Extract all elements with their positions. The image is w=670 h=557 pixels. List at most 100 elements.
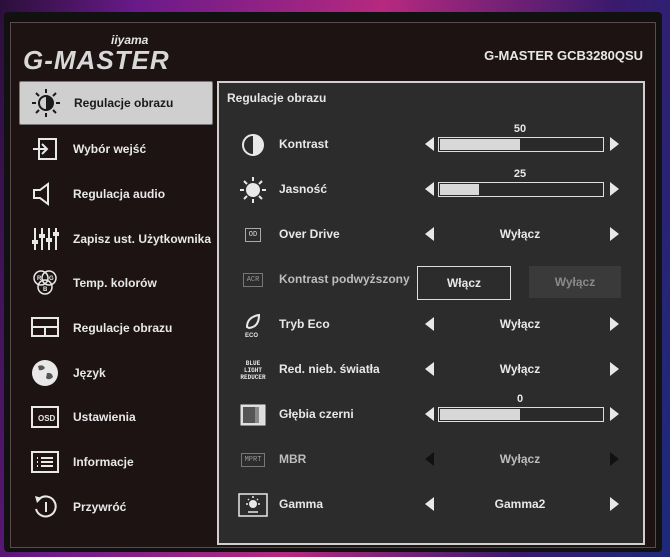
decrease-arrow-icon[interactable] <box>425 137 434 151</box>
speaker-icon <box>25 178 65 210</box>
svg-text:B: B <box>43 287 48 293</box>
row-gamma[interactable]: Gamma Gamma2 <box>219 487 643 527</box>
slider-fill <box>440 139 520 150</box>
row-label: Red. nieb. światła <box>279 362 380 376</box>
row-blue-light[interactable]: BLUE LIGHT REDUCER Red. nieb. światła Wy… <box>219 352 643 392</box>
sidebar-item-label: Język <box>73 365 106 380</box>
sidebar-item-label: Informacje <box>73 455 134 470</box>
mprt-icon: MPRT <box>237 446 269 474</box>
sidebar-item-picture-adjust-2[interactable]: Regulacje obrazu <box>19 306 213 351</box>
sidebar-item-label: Regulacja audio <box>73 187 166 202</box>
increase-arrow-icon[interactable] <box>610 407 619 421</box>
sidebar-item-label: Wybór wejść <box>73 142 147 157</box>
reset-icon <box>25 491 65 523</box>
black-level-slider[interactable] <box>438 407 604 422</box>
rgb-icon: R GB <box>25 267 65 299</box>
product-logo: G-MASTER <box>23 45 170 75</box>
sidebar-item-settings[interactable]: OSD Ustawienia <box>19 395 213 440</box>
option-value: Wyłącz <box>499 452 541 466</box>
row-acr[interactable]: ACR Kontrast podwyższony Włącz Wyłącz <box>219 262 643 302</box>
svg-text:ECO: ECO <box>245 333 258 339</box>
blue-light-icon: BLUE LIGHT REDUCER <box>240 359 266 381</box>
row-label: Tryb Eco <box>279 317 330 331</box>
row-label: MBR <box>279 452 307 466</box>
increase-arrow-icon[interactable] <box>610 452 619 466</box>
sidebar-item-color-temp[interactable]: R GB Temp. kolorów <box>19 261 213 306</box>
row-label: Kontrast <box>279 137 329 151</box>
row-mbr[interactable]: MPRT MBR Wyłącz <box>219 442 643 482</box>
increase-arrow-icon[interactable] <box>610 182 619 196</box>
option-value: Wyłącz <box>499 362 541 376</box>
row-contrast[interactable]: Kontrast 50 <box>219 123 643 167</box>
brightness-slider[interactable] <box>438 182 604 197</box>
row-label: Kontrast podwyższony <box>279 272 410 286</box>
decrease-arrow-icon[interactable] <box>425 317 434 331</box>
acr-off-button[interactable]: Wyłącz <box>529 266 621 298</box>
row-overdrive[interactable]: OD Over Drive Wyłącz <box>219 217 643 257</box>
sidebar-item-language[interactable]: Język <box>19 350 213 395</box>
sliders-icon <box>25 223 65 255</box>
option-value: Wyłącz <box>499 227 541 241</box>
brightness-icon <box>237 176 269 204</box>
svg-text:R: R <box>37 276 42 282</box>
sidebar-item-label: Regulacje obrazu <box>74 96 174 110</box>
slider-value: 0 <box>516 393 524 405</box>
sidebar-item-information[interactable]: Informacje <box>19 440 213 485</box>
option-value: Wyłącz <box>499 317 541 331</box>
picture-icon <box>25 312 65 344</box>
row-brightness[interactable]: Jasność 25 <box>219 168 643 212</box>
sidebar-item-label: Ustawienia <box>73 410 136 425</box>
info-icon <box>25 446 65 478</box>
option-value: Gamma2 <box>494 497 546 511</box>
row-label: Głębia czerni <box>279 407 354 421</box>
sidebar-item-label: Regulacje obrazu <box>73 321 173 336</box>
contrast-icon <box>237 131 269 159</box>
osd-menu: iiyama G-MASTER G-MASTER GCB3280QSU Regu… <box>10 22 656 548</box>
slider-value: 50 <box>513 123 527 135</box>
increase-arrow-icon[interactable] <box>610 362 619 376</box>
svg-text:G: G <box>49 276 54 282</box>
contrast-slider[interactable] <box>438 137 604 152</box>
decrease-arrow-icon[interactable] <box>425 497 434 511</box>
decrease-arrow-icon[interactable] <box>425 407 434 421</box>
svg-text:OSD: OSD <box>38 414 56 423</box>
row-black-level[interactable]: Głębia czerni 0 <box>219 393 643 437</box>
model-name: G-MASTER GCB3280QSU <box>484 48 643 63</box>
decrease-arrow-icon[interactable] <box>425 182 434 196</box>
black-level-icon <box>237 401 269 429</box>
panel-title: Regulacje obrazu <box>227 91 327 105</box>
row-label: Jasność <box>279 182 328 196</box>
sidebar-item-input-select[interactable]: Wybór wejść <box>19 127 213 172</box>
sun-icon <box>26 87 66 119</box>
slider-value: 25 <box>513 168 527 180</box>
increase-arrow-icon[interactable] <box>610 227 619 241</box>
row-label: Gamma <box>279 497 324 511</box>
row-label: Over Drive <box>279 227 340 241</box>
sidebar-item-user-settings[interactable]: Zapisz ust. Użytkownika <box>19 216 213 261</box>
row-eco[interactable]: ECO Tryb Eco Wyłącz <box>219 307 643 347</box>
sidebar-item-reset[interactable]: Przywróć <box>19 485 213 530</box>
slider-fill <box>440 409 520 420</box>
sidebar-item-picture-adjust[interactable]: Regulacje obrazu <box>19 81 213 125</box>
acr-on-button[interactable]: Włącz <box>417 266 511 300</box>
sidebar-item-label: Temp. kolorów <box>73 276 157 291</box>
sidebar-item-label: Przywróć <box>73 499 127 514</box>
overdrive-icon: OD <box>237 221 269 249</box>
decrease-arrow-icon[interactable] <box>425 227 434 241</box>
increase-arrow-icon[interactable] <box>610 497 619 511</box>
eco-leaf-icon: ECO <box>237 311 269 339</box>
decrease-arrow-icon[interactable] <box>425 362 434 376</box>
decrease-arrow-icon[interactable] <box>425 452 434 466</box>
settings-panel: Regulacje obrazu Kontrast 50 Jasność 25 … <box>217 81 645 545</box>
increase-arrow-icon[interactable] <box>610 317 619 331</box>
sidebar-item-audio[interactable]: Regulacja audio <box>19 172 213 217</box>
globe-icon <box>25 357 65 389</box>
acr-icon: ACR <box>237 266 269 294</box>
input-icon <box>25 133 65 165</box>
sidebar-item-label: Zapisz ust. Użytkownika <box>73 231 212 246</box>
slider-fill <box>440 184 479 195</box>
gamma-icon <box>237 491 269 519</box>
osd-icon: OSD <box>25 401 65 433</box>
sidebar: Regulacje obrazu Wybór wejść Regulacja a… <box>19 81 213 529</box>
increase-arrow-icon[interactable] <box>610 137 619 151</box>
